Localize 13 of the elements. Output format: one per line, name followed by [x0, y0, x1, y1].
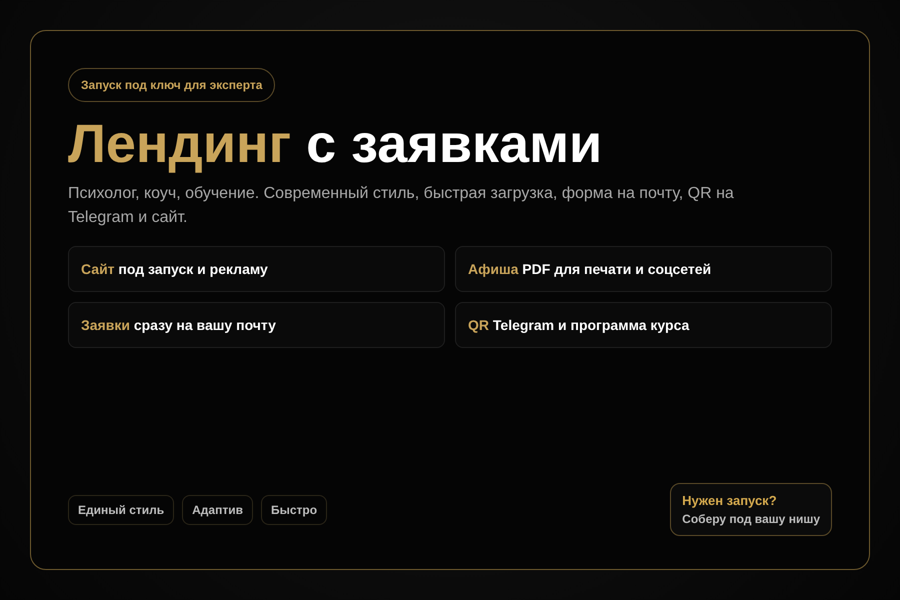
- feature-card: QR Telegram и программа курса: [455, 302, 832, 348]
- tag: Адаптив: [182, 494, 253, 524]
- headline: Лендинг с заявками: [68, 114, 602, 174]
- cta-text: Соберу под вашу нишу: [682, 512, 820, 526]
- cta-title: Нужен запуск?: [682, 493, 778, 508]
- tag: Единый стиль: [68, 494, 174, 524]
- tag: Быстро: [260, 494, 328, 524]
- badge: Запуск под ключ для эксперта: [68, 68, 276, 102]
- cta-card[interactable]: Нужен запуск? Соберу под вашу нишу: [670, 483, 832, 536]
- subtitle: Психолог, коуч, обучение. Современный стиль, быстрая загрузка, форма на почту, QR на Telegram и сайт.: [68, 184, 735, 228]
- feature-card: Сайт под запуск и рекламу: [68, 246, 445, 292]
- feature-card: Афиша PDF для печати и соцсетей: [455, 246, 832, 292]
- feature-card: Заявки сразу на вашу почту: [68, 302, 445, 348]
